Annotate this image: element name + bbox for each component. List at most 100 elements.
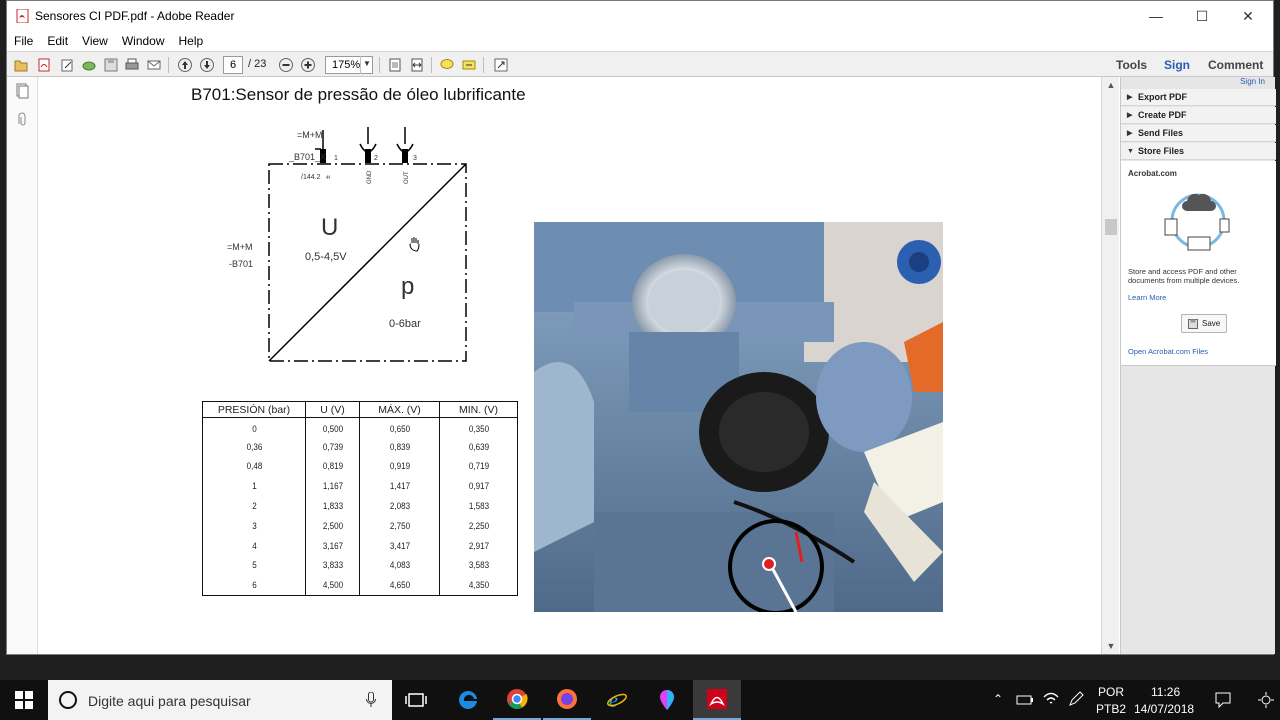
edge-browser-icon bbox=[459, 690, 477, 709]
table-header-row: PRESIÓN (bar) U (V) MÁX. (V) MIN. (V) bbox=[202, 401, 518, 418]
task-view-icon bbox=[405, 693, 427, 707]
vertical-scrollbar[interactable]: ▲ ▼ bbox=[1101, 77, 1119, 654]
table-cell: 1,167 bbox=[309, 476, 356, 497]
highlight-icon[interactable] bbox=[460, 56, 478, 74]
send-files-item[interactable]: ▶ Send Files bbox=[1121, 125, 1276, 142]
wifi-icon[interactable] bbox=[1042, 691, 1060, 707]
close-button[interactable]: ✕ bbox=[1225, 1, 1271, 31]
open-acrobat-files-link[interactable]: Open Acrobat.com Files bbox=[1128, 347, 1208, 356]
table-cell: 2,083 bbox=[365, 496, 434, 517]
column-header-pressure: PRESIÓN (bar) bbox=[202, 401, 306, 418]
internet-explorer-app[interactable]: e bbox=[593, 680, 641, 720]
firefox-browser-icon bbox=[557, 689, 577, 709]
weather-icon[interactable] bbox=[1257, 691, 1275, 709]
input-language[interactable]: POR bbox=[1098, 685, 1124, 699]
pressure-symbol: p bbox=[401, 273, 414, 300]
voltage-range: 0,5-4,5V bbox=[305, 251, 347, 263]
battery-icon[interactable] bbox=[1016, 693, 1034, 707]
adobe-reader-app[interactable] bbox=[693, 680, 741, 720]
navigation-rail bbox=[7, 77, 38, 654]
zoom-dropdown-chevron-icon[interactable]: ▼ bbox=[360, 56, 373, 74]
pin-2-label: 2 bbox=[374, 155, 378, 162]
store-files-description: Store and access PDF and other documents… bbox=[1128, 267, 1240, 285]
pen-icon[interactable] bbox=[1068, 691, 1084, 707]
store-files-panel: Acrobat.com Store and access PDF and oth… bbox=[1121, 161, 1276, 366]
export-pdf-item[interactable]: ▶ Export PDF bbox=[1121, 89, 1276, 106]
email-icon[interactable] bbox=[145, 56, 163, 74]
keyboard-layout[interactable]: PTB2 bbox=[1096, 702, 1126, 716]
fit-page-icon[interactable] bbox=[386, 56, 404, 74]
previous-page-icon[interactable] bbox=[176, 56, 194, 74]
engine-sensor-photo bbox=[534, 222, 943, 612]
table-cell: 2,917 bbox=[444, 536, 513, 557]
comment-icon[interactable] bbox=[438, 56, 456, 74]
store-files-item[interactable]: ▼ Store Files bbox=[1121, 143, 1276, 160]
table-cell: 0,819 bbox=[309, 457, 356, 477]
menu-help[interactable]: Help bbox=[172, 34, 211, 48]
task-view-button[interactable] bbox=[392, 680, 440, 720]
expand-icon[interactable] bbox=[492, 56, 510, 74]
table-row: 0 0,500 0,650 0,350 bbox=[203, 417, 518, 438]
menu-edit[interactable]: Edit bbox=[40, 34, 75, 48]
fit-width-icon[interactable] bbox=[408, 56, 426, 74]
column-header-min: MIN. (V) bbox=[439, 401, 518, 418]
notifications-icon[interactable] bbox=[1214, 691, 1232, 709]
table-cell: 0,919 bbox=[365, 457, 434, 477]
tools-button[interactable]: Tools bbox=[1116, 58, 1147, 72]
clock-date[interactable]: 14/07/2018 bbox=[1134, 702, 1194, 716]
windows-taskbar: Digite aqui para pesquisar e ⌃ POR PTB2 bbox=[0, 680, 1280, 720]
table-cell: 4,350 bbox=[444, 575, 513, 597]
clock-time[interactable]: 11:26 bbox=[1151, 685, 1180, 699]
save-button[interactable]: Save bbox=[1181, 314, 1227, 333]
zoom-in-icon[interactable] bbox=[299, 56, 317, 74]
table-cell: 6 bbox=[209, 575, 299, 597]
zoom-out-icon[interactable] bbox=[277, 56, 295, 74]
table-cell: 2,250 bbox=[444, 516, 513, 537]
menu-view[interactable]: View bbox=[75, 34, 115, 48]
table-cell: 0,48 bbox=[209, 457, 299, 477]
comment-button[interactable]: Comment bbox=[1208, 58, 1263, 72]
page-total: / 23 bbox=[248, 58, 267, 70]
pin-3-label: 3 bbox=[413, 155, 417, 162]
learn-more-link[interactable]: Learn More bbox=[1128, 293, 1166, 302]
edge-app[interactable] bbox=[444, 680, 492, 720]
device-tag-top: =M+M bbox=[297, 130, 323, 140]
pressure-range: 0-6bar bbox=[389, 318, 421, 330]
scrollbar-thumb[interactable] bbox=[1105, 219, 1117, 235]
column-header-voltage: U (V) bbox=[305, 401, 360, 418]
create-pdf-icon[interactable] bbox=[35, 56, 53, 74]
scroll-up-icon[interactable]: ▲ bbox=[1102, 77, 1120, 93]
microphone-icon[interactable] bbox=[366, 692, 376, 708]
save-icon[interactable] bbox=[102, 56, 120, 74]
show-hidden-icons-chevron-icon[interactable]: ⌃ bbox=[993, 692, 1003, 706]
cloud-upload-icon[interactable] bbox=[80, 56, 98, 74]
table-cell: 3 bbox=[209, 516, 299, 537]
maximize-button[interactable]: ☐ bbox=[1179, 1, 1225, 31]
next-page-icon[interactable] bbox=[198, 56, 216, 74]
hand-cursor-icon bbox=[409, 237, 420, 252]
toolbar-separator bbox=[168, 57, 169, 73]
start-button[interactable] bbox=[0, 680, 48, 720]
table-cell: 0,719 bbox=[444, 457, 513, 477]
edit-icon[interactable] bbox=[58, 56, 76, 74]
document-area: B701:Sensor de pressão de óleo lubrifica… bbox=[7, 77, 1101, 654]
page-number-input[interactable]: 6 bbox=[223, 56, 243, 74]
menu-bar: File Edit View Window Help bbox=[7, 31, 1273, 51]
print-icon[interactable] bbox=[123, 56, 141, 74]
sign-in-link[interactable]: Sign In bbox=[1240, 77, 1265, 86]
menu-file[interactable]: File bbox=[7, 34, 40, 48]
firefox-app[interactable] bbox=[543, 680, 591, 720]
open-file-icon[interactable] bbox=[12, 56, 30, 74]
maps-app[interactable] bbox=[643, 680, 691, 720]
create-pdf-item[interactable]: ▶ Create PDF bbox=[1121, 107, 1276, 124]
sign-button[interactable]: Sign bbox=[1164, 58, 1190, 72]
pages-panel-icon[interactable] bbox=[14, 83, 30, 99]
menu-window[interactable]: Window bbox=[115, 34, 172, 48]
minimize-button[interactable]: — bbox=[1133, 1, 1179, 31]
table-cell: 0,639 bbox=[444, 437, 513, 458]
taskbar-search-box[interactable]: Digite aqui para pesquisar bbox=[48, 680, 392, 720]
attachment-icon[interactable] bbox=[14, 111, 30, 127]
scroll-down-icon[interactable]: ▼ bbox=[1102, 638, 1120, 654]
table-row: 6 4,500 4,650 4,350 bbox=[203, 575, 518, 597]
chrome-app[interactable] bbox=[493, 680, 541, 720]
